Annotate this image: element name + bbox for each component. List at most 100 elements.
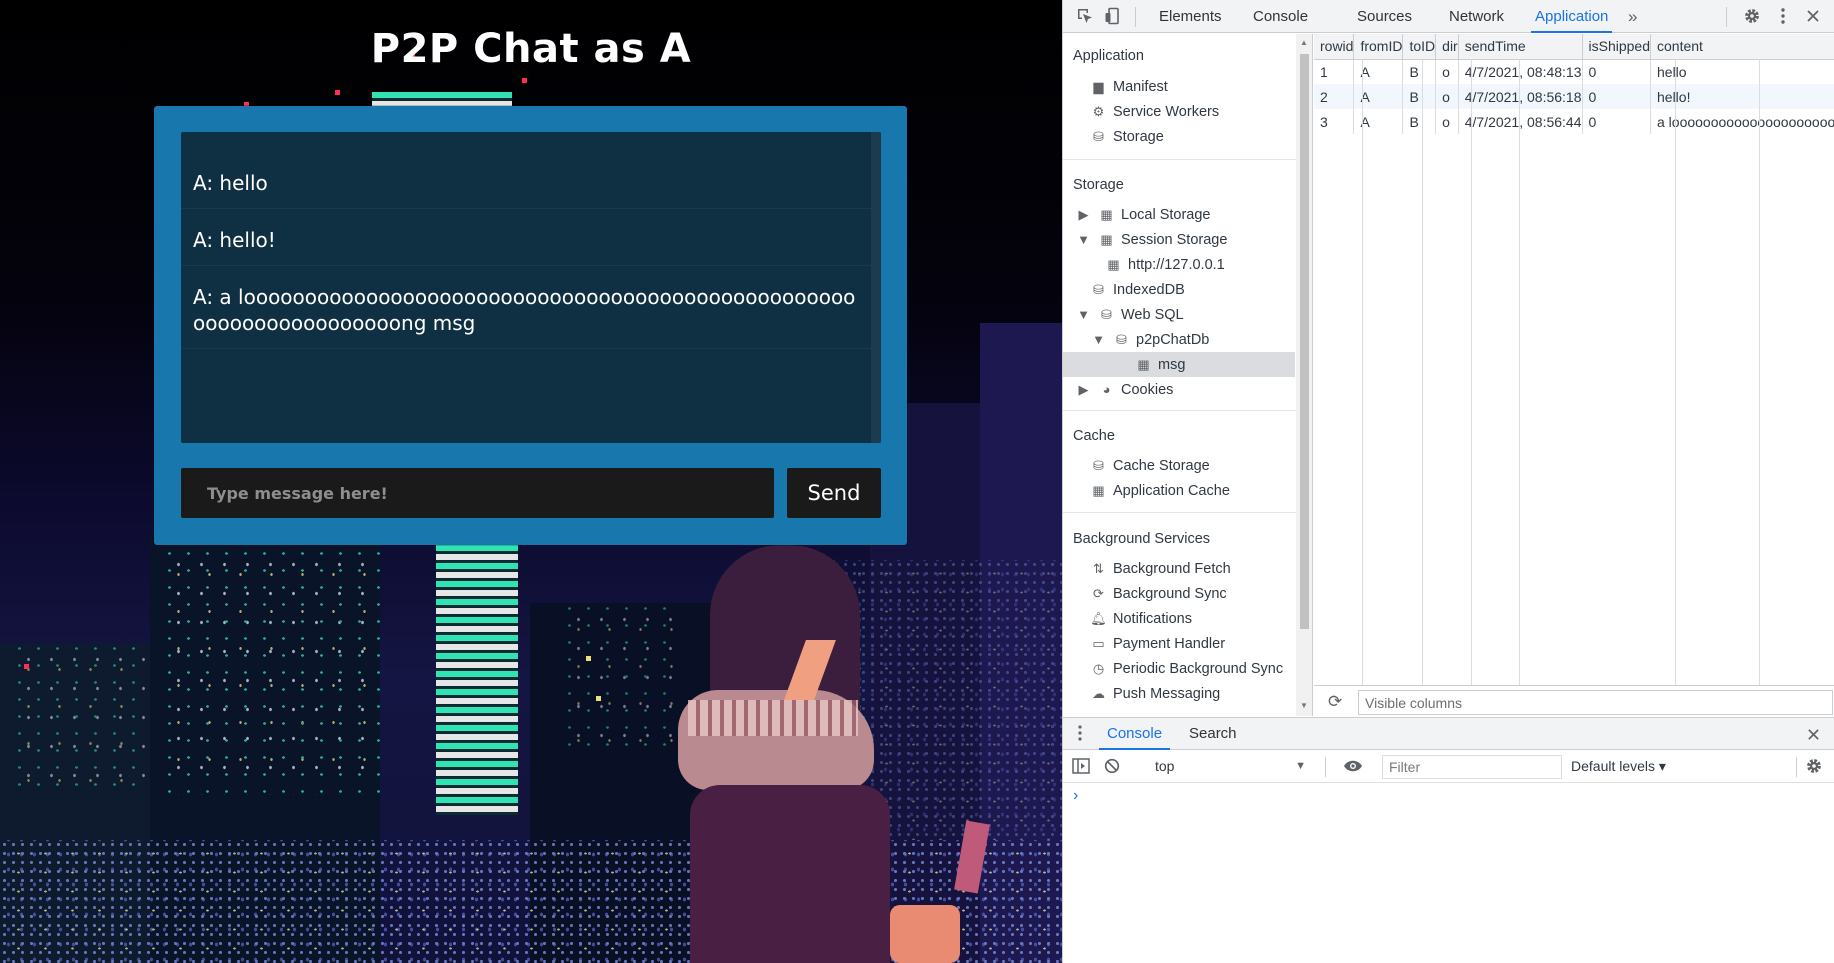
column-header[interactable]: fromID [1353, 34, 1404, 60]
context-selector[interactable]: top ▼ [1149, 754, 1314, 779]
table-grid-icon: ▦ [1137, 357, 1150, 372]
log-levels-dropdown[interactable]: Default levels ▾ [1571, 750, 1666, 783]
table-row[interactable]: 2 A B o 4/7/2021, 08:56:18 0 hello! [1314, 84, 1834, 109]
eye-icon[interactable] [1341, 754, 1365, 778]
column-header[interactable]: toID [1402, 34, 1437, 60]
table-cell: B [1402, 84, 1437, 109]
drawer-tab-search[interactable]: Search [1181, 718, 1245, 750]
table-row[interactable]: 3 A B o 4/7/2021, 08:56:44 0 a loooooooo… [1314, 109, 1834, 134]
tab-sources[interactable]: Sources [1353, 0, 1416, 33]
sidebar-item-periodic-background-sync[interactable]: ◷ Periodic Background Sync [1090, 656, 1283, 681]
tab-console[interactable]: Console [1249, 0, 1312, 33]
chevron-down-icon: ▼ [1295, 760, 1306, 772]
table-cell: 3 [1314, 109, 1355, 134]
database-icon: ⛁ [1101, 307, 1112, 322]
sidebar-toggle-icon[interactable] [1069, 754, 1093, 778]
table-grid-icon: ▦ [1092, 483, 1105, 498]
expand-arrow-icon[interactable]: ▶ [1075, 202, 1092, 227]
message-input[interactable] [181, 468, 774, 518]
application-sidebar: Application ▆ Manifest ⚙ Service Workers ⛁… [1063, 34, 1313, 716]
table-row[interactable]: 1 A B o 4/7/2021, 08:48:13 0 hello [1314, 59, 1834, 84]
sidebar-item-label: Notifications [1113, 611, 1192, 627]
message-list[interactable]: A: hello A: hello! A: a looooooooooooooo… [181, 132, 881, 443]
sidebar-item-p2pchatdb[interactable]: ▼ ⛁ p2pChatDb [1090, 327, 1209, 352]
scroll-up-icon[interactable]: ▲ [1300, 38, 1308, 47]
inspect-element-icon[interactable] [1073, 4, 1097, 28]
column-header[interactable]: rowid [1314, 34, 1355, 60]
data-grid[interactable]: rowid fromID toID dir sendTime isShipped… [1314, 34, 1834, 134]
gear-icon: ⚙ [1092, 104, 1105, 119]
sidebar-scrollbar[interactable]: ▲ ▼ [1296, 34, 1312, 716]
kebab-menu-icon[interactable] [1771, 4, 1795, 28]
table-cell: hello! [1650, 84, 1834, 109]
page-title: P2P Chat as A [370, 26, 692, 72]
sidebar-item-web-sql[interactable]: ▼ ⛁ Web SQL [1075, 302, 1184, 327]
column-header[interactable]: isShipped [1582, 34, 1651, 60]
column-header[interactable]: content [1650, 34, 1834, 60]
close-drawer-icon[interactable] [1801, 722, 1825, 746]
device-toolbar-icon[interactable] [1101, 4, 1125, 28]
sidebar-item-application-cache[interactable]: ▦ Application Cache [1090, 478, 1230, 503]
message-list-scrollbar[interactable] [871, 132, 881, 443]
section-cache: Cache [1073, 428, 1115, 444]
clock-icon: ◷ [1092, 661, 1105, 676]
sidebar-item-background-sync[interactable]: ⟳ Background Sync [1090, 581, 1227, 606]
sidebar-item-label: Push Messaging [1113, 686, 1221, 702]
sidebar-scroll-thumb[interactable] [1300, 54, 1309, 629]
table-cell: 4/7/2021, 08:48:13 [1458, 59, 1583, 84]
sidebar-item-label: Web SQL [1121, 307, 1184, 323]
drawer-tab-console[interactable]: Console [1099, 718, 1171, 750]
sidebar-item-indexeddb[interactable]: ⛁ IndexedDB [1090, 277, 1185, 302]
sidebar-item-label: Service Workers [1113, 104, 1220, 120]
scroll-down-icon[interactable]: ▼ [1300, 701, 1308, 710]
table-cell: B [1402, 59, 1437, 84]
sidebar-item-payment-handler[interactable]: ▭ Payment Handler [1090, 631, 1225, 656]
collapse-arrow-icon[interactable]: ▼ [1075, 302, 1092, 327]
more-tabs-icon[interactable]: » [1624, 0, 1641, 33]
tab-elements[interactable]: Elements [1155, 0, 1226, 33]
clear-console-icon[interactable] [1100, 754, 1124, 778]
visible-columns-input[interactable] [1358, 690, 1833, 715]
table-cell: a looooooooooooooooooooooooooooooooooooo… [1650, 109, 1834, 134]
send-button[interactable]: Send [787, 468, 881, 518]
sidebar-item-cookies[interactable]: ▶ ◕ Cookies [1075, 377, 1174, 402]
column-header[interactable]: dir [1435, 34, 1459, 60]
table-cell: o [1435, 59, 1459, 84]
close-devtools-icon[interactable] [1801, 4, 1825, 28]
sidebar-item-service-workers[interactable]: ⚙ Service Workers [1090, 99, 1219, 124]
collapse-arrow-icon[interactable]: ▼ [1090, 327, 1107, 352]
collapse-arrow-icon[interactable]: ▼ [1075, 227, 1092, 252]
console-output[interactable]: › [1063, 783, 1834, 963]
refresh-icon[interactable]: ⟳ [1328, 692, 1342, 712]
sidebar-item-manifest[interactable]: ▆ Manifest [1090, 74, 1168, 99]
sidebar-item-msg-table[interactable]: ▦ msg [1063, 352, 1295, 377]
console-filter-input[interactable] [1382, 755, 1562, 779]
sidebar-item-cache-storage[interactable]: ⛁ Cache Storage [1090, 453, 1210, 478]
expand-arrow-icon[interactable]: ▶ [1075, 377, 1092, 402]
column-header[interactable]: sendTime [1458, 34, 1583, 60]
tab-application[interactable]: Application [1531, 0, 1613, 33]
chat-box: A: hello A: hello! A: a looooooooooooooo… [154, 106, 907, 545]
sidebar-item-local-storage[interactable]: ▶ ▦ Local Storage [1075, 202, 1211, 227]
sidebar-item-label: Periodic Background Sync [1113, 661, 1284, 677]
document-icon: ▆ [1093, 79, 1104, 94]
visible-columns-bar: ⟳ [1314, 685, 1834, 717]
section-application: Application [1073, 48, 1144, 64]
sidebar-item-label: Background Fetch [1113, 561, 1231, 577]
sidebar-item-session-origin[interactable]: ▦ http://127.0.0.1 [1105, 252, 1224, 277]
console-settings-gear-icon[interactable] [1802, 754, 1826, 778]
drawer-menu-icon[interactable] [1077, 724, 1083, 745]
table-cell: hello [1650, 59, 1834, 84]
tab-network[interactable]: Network [1445, 0, 1508, 33]
settings-gear-icon[interactable] [1740, 4, 1764, 28]
web-sql-table-view: rowid fromID toID dir sendTime isShipped… [1314, 34, 1834, 685]
table-cell: o [1435, 84, 1459, 109]
sidebar-item-push-messaging[interactable]: ☁ Push Messaging [1090, 681, 1220, 706]
table-grid-icon: ▦ [1100, 207, 1113, 222]
sidebar-item-storage[interactable]: ⛁ Storage [1090, 124, 1164, 149]
sidebar-item-notifications[interactable]: 🔔︎ Notifications [1090, 606, 1192, 631]
sidebar-item-session-storage[interactable]: ▼ ▦ Session Storage [1075, 227, 1227, 252]
sidebar-item-background-fetch[interactable]: ⇅ Background Fetch [1090, 556, 1231, 581]
chat-message: A: a loooooooooooooooooooooooooooooooooo… [181, 266, 871, 349]
drawer-tabbar: Console Search [1063, 717, 1834, 750]
